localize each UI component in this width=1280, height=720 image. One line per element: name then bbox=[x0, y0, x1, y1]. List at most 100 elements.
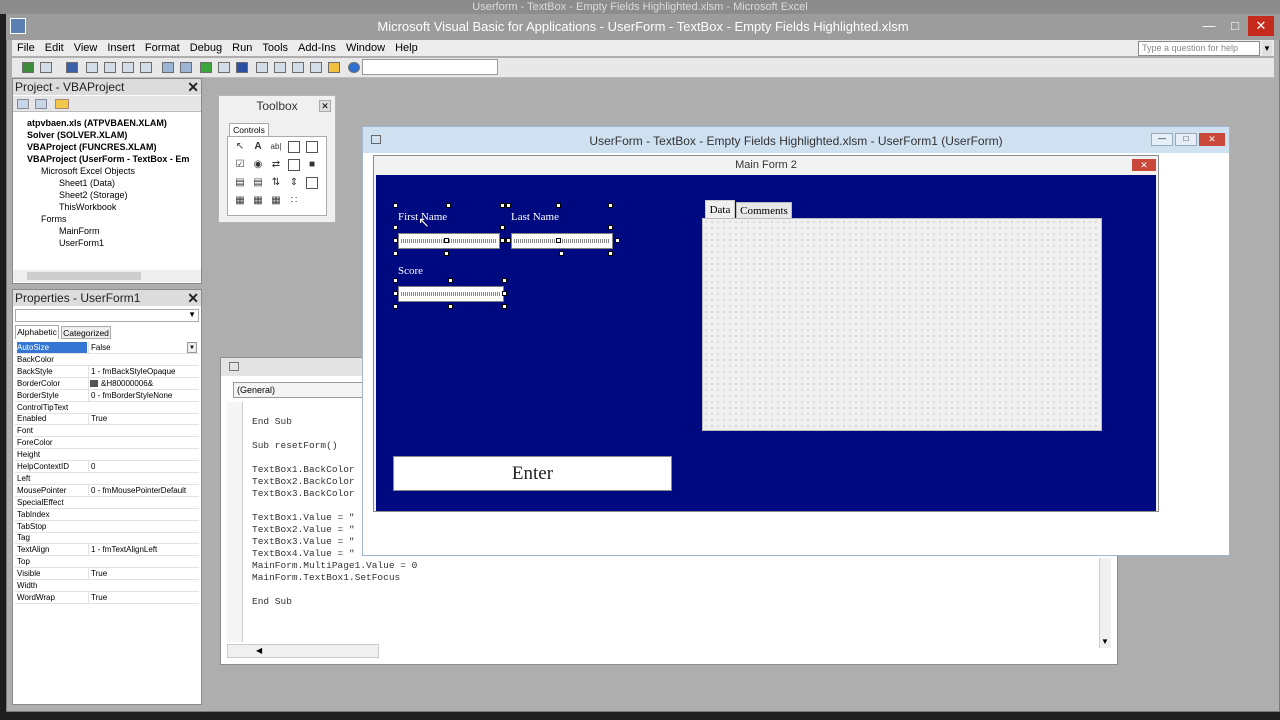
undo-icon[interactable] bbox=[162, 62, 174, 73]
property-row[interactable]: Height bbox=[15, 449, 199, 462]
tree-item[interactable]: atpvbaen.xls (ATPVBAEN.XLAM) bbox=[27, 118, 167, 128]
menu-edit[interactable]: Edit bbox=[40, 40, 69, 56]
form-close-icon[interactable]: ✕ bbox=[1132, 159, 1156, 171]
custom-control-icon[interactable]: ▦ bbox=[270, 195, 282, 207]
property-row[interactable]: TabStop bbox=[15, 521, 199, 533]
property-value[interactable]: 1 - fmBackStyleOpaque bbox=[88, 365, 198, 377]
code-vscrollbar[interactable]: ▼ bbox=[1099, 558, 1111, 648]
toolbox-icon[interactable] bbox=[328, 62, 340, 73]
properties-icon[interactable] bbox=[292, 62, 304, 73]
selection-handle[interactable] bbox=[500, 225, 505, 230]
image-control-icon[interactable] bbox=[306, 177, 318, 189]
property-row[interactable]: TabIndex bbox=[15, 509, 199, 521]
tree-item[interactable]: ThisWorkbook bbox=[59, 202, 116, 212]
selection-handle[interactable] bbox=[502, 291, 507, 296]
help-icon[interactable] bbox=[348, 62, 360, 73]
checkbox-control-icon[interactable]: ☑ bbox=[234, 159, 246, 171]
property-row[interactable]: BackStyle 1 - fmBackStyleOpaque bbox=[15, 365, 199, 378]
project-hscrollbar[interactable] bbox=[13, 270, 201, 282]
property-value[interactable]: 0 - fmBorderStyleNone bbox=[88, 389, 198, 401]
object-dropdown[interactable]: ▼ bbox=[15, 309, 199, 322]
multipage-data-page[interactable] bbox=[702, 218, 1102, 431]
tree-item[interactable]: MainForm bbox=[59, 226, 100, 236]
menu-help[interactable]: Help bbox=[390, 40, 423, 56]
run-icon[interactable] bbox=[200, 62, 212, 73]
property-row[interactable]: AutoSize False ▼ bbox=[15, 342, 199, 354]
chevron-down-icon[interactable]: ▼ bbox=[187, 342, 197, 353]
close-properties-icon[interactable]: ✕ bbox=[187, 290, 199, 306]
design-mode-icon[interactable] bbox=[256, 62, 268, 73]
selection-handle[interactable] bbox=[556, 238, 561, 243]
close-project-icon[interactable]: ✕ bbox=[187, 79, 199, 95]
general-dropdown[interactable]: (General) bbox=[233, 382, 363, 398]
selection-handle[interactable] bbox=[444, 238, 449, 243]
last-name-textbox[interactable] bbox=[511, 233, 613, 249]
enter-button[interactable]: Enter bbox=[393, 456, 672, 491]
first-name-textbox[interactable] bbox=[398, 233, 500, 249]
property-value[interactable]: True bbox=[88, 568, 198, 580]
menu-addins[interactable]: Add-Ins bbox=[293, 40, 341, 56]
redo-icon[interactable] bbox=[180, 62, 192, 73]
property-row[interactable]: Width bbox=[15, 580, 199, 592]
close-icon[interactable]: ✕ bbox=[1248, 16, 1274, 36]
tab-comments[interactable]: Comments bbox=[736, 202, 792, 219]
property-row[interactable]: WordWrap True bbox=[15, 591, 199, 604]
property-value[interactable]: 0 - fmMousePointerDefault bbox=[88, 484, 198, 496]
menu-file[interactable]: File bbox=[12, 40, 40, 56]
view-code-icon[interactable] bbox=[17, 99, 29, 109]
optionbutton-control-icon[interactable]: ◉ bbox=[252, 159, 264, 171]
property-value[interactable]: 0 bbox=[88, 461, 198, 472]
property-row[interactable]: Top bbox=[15, 556, 199, 569]
menu-tools[interactable]: Tools bbox=[257, 40, 293, 56]
property-row[interactable]: ControlTipText bbox=[15, 402, 199, 414]
close-icon[interactable]: ✕ bbox=[1199, 133, 1225, 146]
find-icon[interactable] bbox=[140, 62, 152, 73]
cut-icon[interactable] bbox=[86, 62, 98, 73]
tree-item[interactable]: VBAProject (FUNCRES.XLAM) bbox=[27, 142, 157, 152]
selection-handle[interactable] bbox=[393, 251, 398, 256]
property-row[interactable]: Tag bbox=[15, 532, 199, 545]
property-row[interactable]: Left bbox=[15, 473, 199, 485]
break-icon[interactable] bbox=[218, 62, 230, 73]
refedit-control-icon[interactable]: ▦ bbox=[234, 195, 246, 207]
menu-view[interactable]: View bbox=[69, 40, 103, 56]
score-textbox[interactable] bbox=[398, 286, 504, 302]
tree-item[interactable]: VBAProject (UserForm - TextBox - Em bbox=[27, 154, 189, 164]
selection-handle[interactable] bbox=[502, 304, 507, 309]
spinbutton-control-icon[interactable]: ⇕ bbox=[288, 177, 300, 189]
question-dropdown-icon[interactable]: ▼ bbox=[1262, 41, 1272, 56]
close-toolbox-icon[interactable]: ✕ bbox=[319, 100, 331, 112]
tree-item[interactable]: UserForm1 bbox=[59, 238, 104, 248]
property-row[interactable]: Visible True bbox=[15, 568, 199, 581]
selection-handle[interactable] bbox=[444, 251, 449, 256]
tree-item[interactable]: Solver (SOLVER.XLAM) bbox=[27, 130, 127, 140]
tabstrip-control-icon[interactable]: ▤ bbox=[234, 177, 246, 189]
property-value[interactable]: 1 - fmTextAlignLeft bbox=[88, 544, 198, 556]
object-browser-icon[interactable] bbox=[310, 62, 322, 73]
tab-categorized[interactable]: Categorized bbox=[61, 326, 111, 339]
tab-data[interactable]: Data bbox=[705, 200, 735, 219]
property-row[interactable]: BorderColor &H80000006& bbox=[15, 377, 199, 390]
scroll-thumb[interactable] bbox=[27, 272, 141, 280]
commandbutton-control-icon[interactable]: ■ bbox=[306, 159, 318, 171]
togglebutton-control-icon[interactable]: ⇄ bbox=[270, 159, 282, 171]
maximize-icon[interactable]: □ bbox=[1222, 16, 1248, 36]
property-value[interactable]: False bbox=[88, 342, 198, 353]
property-row[interactable]: Font bbox=[15, 425, 199, 438]
reset-icon[interactable] bbox=[236, 62, 248, 73]
selection-handle[interactable] bbox=[448, 304, 453, 309]
tree-item[interactable]: Microsoft Excel Objects bbox=[41, 166, 135, 176]
custom-control-icon[interactable]: ▦ bbox=[252, 195, 264, 207]
property-value[interactable]: True bbox=[88, 413, 198, 425]
property-value[interactable]: True bbox=[88, 591, 198, 603]
frame-control-icon[interactable] bbox=[288, 159, 300, 171]
tree-item[interactable]: Sheet2 (Storage) bbox=[59, 190, 128, 200]
minimize-icon[interactable]: — bbox=[1151, 133, 1173, 146]
selection-handle[interactable] bbox=[393, 291, 398, 296]
pointer-icon[interactable]: ↖ bbox=[234, 141, 246, 153]
main-form-2[interactable]: Main Form 2 ✕ First Name Last Name Score bbox=[373, 155, 1159, 512]
selection-handle[interactable] bbox=[506, 238, 511, 243]
selection-handle[interactable] bbox=[393, 304, 398, 309]
tab-alphabetic[interactable]: Alphabetic bbox=[15, 325, 59, 339]
selection-handle[interactable] bbox=[556, 203, 561, 208]
